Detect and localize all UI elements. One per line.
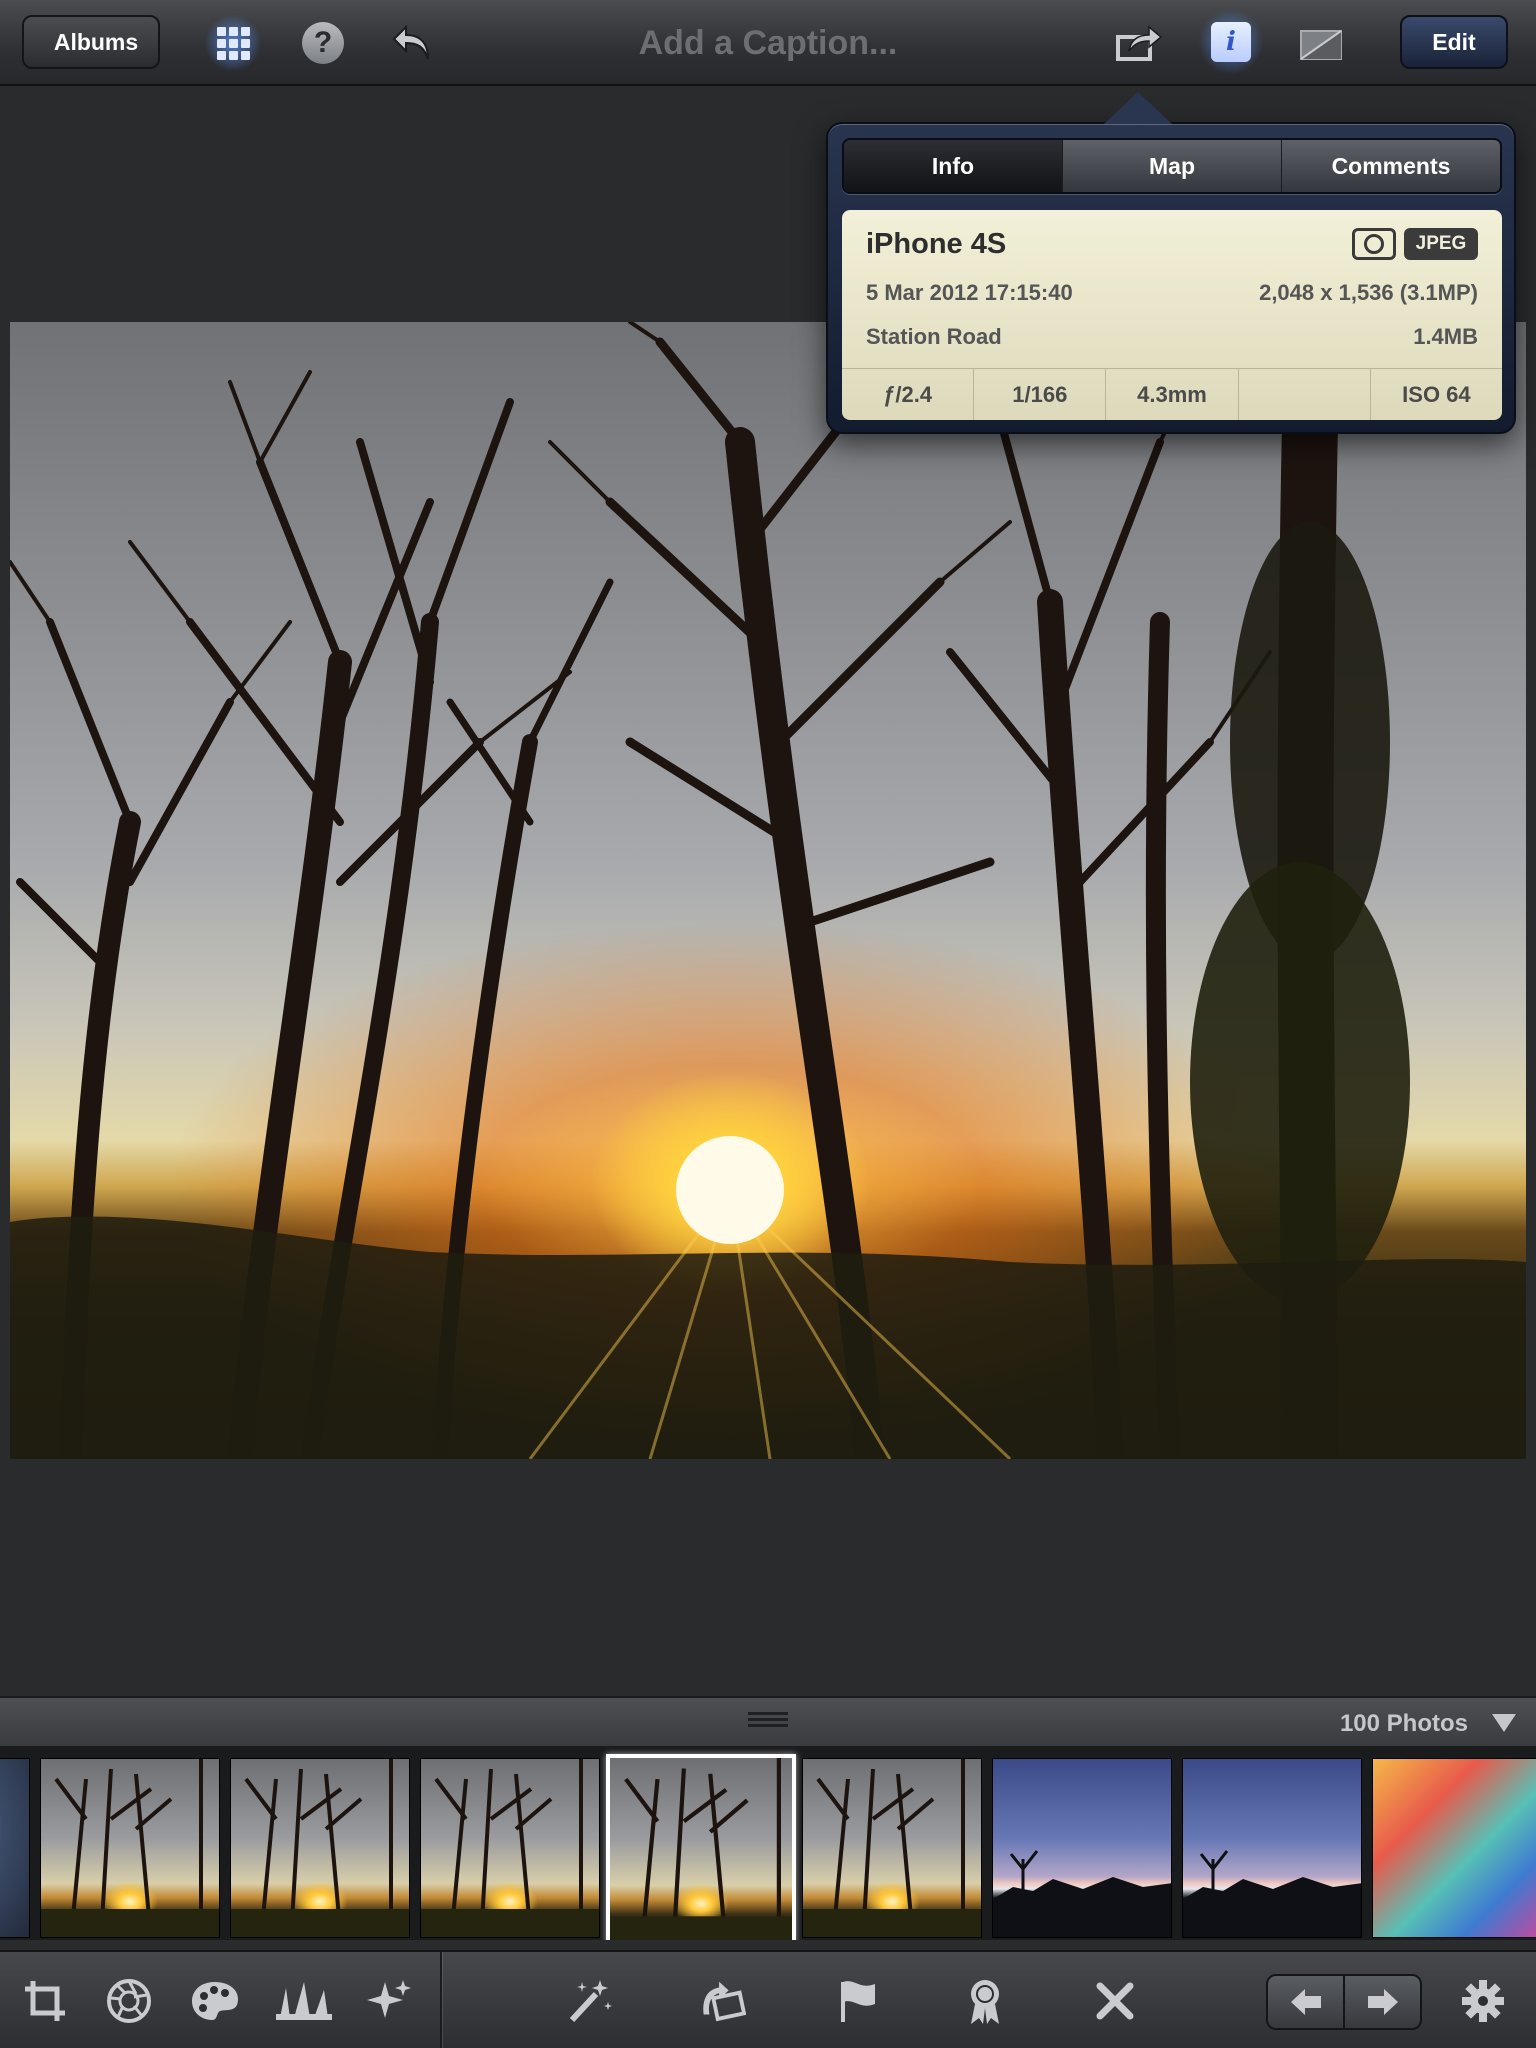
caption-field[interactable]: Add a Caption... — [580, 18, 956, 68]
tab-comments[interactable]: Comments — [1281, 140, 1500, 192]
prev-next-buttons — [1266, 1974, 1422, 2030]
auto-enhance-wand-icon[interactable] — [564, 1976, 614, 2026]
info-tabs: Info Map Comments — [842, 138, 1502, 194]
thumbnail[interactable] — [420, 1758, 600, 1938]
exif-iso: ISO 64 — [1369, 369, 1502, 420]
reject-x-icon[interactable] — [1090, 1976, 1140, 2026]
photo-info-card: iPhone 4S JPEG 5 Mar 2012 17:15:40 2,048… — [842, 210, 1502, 420]
compare-icon[interactable] — [1296, 18, 1346, 68]
photo-location: Station Road — [866, 324, 1002, 349]
effects-sparkle-icon[interactable] — [364, 1976, 414, 2026]
flag-icon[interactable] — [832, 1976, 882, 2026]
exif-focal-length: 4.3mm — [1105, 369, 1237, 420]
camera-model: iPhone 4S — [866, 228, 1007, 260]
undo-icon[interactable] — [388, 18, 438, 68]
edit-button-label: Edit — [1432, 28, 1476, 55]
top-toolbar: Albums ? Add a Caption... i Edit — [0, 0, 1536, 86]
exif-empty-cell — [1237, 369, 1370, 420]
camera-icon — [1352, 228, 1396, 260]
tab-map-label: Map — [1149, 152, 1195, 179]
filter-dropdown-icon[interactable] — [1492, 1714, 1516, 1732]
next-arrow-icon[interactable] — [1343, 1976, 1420, 2028]
tab-comments-label: Comments — [1331, 152, 1451, 179]
exif-shutter-speed: 1/166 — [973, 369, 1105, 420]
info-icon[interactable]: i — [1199, 10, 1263, 74]
image-dimensions: 2,048 x 1,536 (3.1MP) — [1259, 280, 1478, 305]
main-photo[interactable] — [10, 322, 1526, 1459]
crop-icon[interactable] — [20, 1976, 70, 2026]
albums-button-label: Albums — [53, 28, 139, 55]
award-icon[interactable] — [960, 1976, 1010, 2026]
rotate-icon[interactable] — [696, 1976, 746, 2026]
filmstrip[interactable] — [0, 1746, 1536, 1940]
tree-silhouettes — [10, 322, 1526, 1459]
tab-info-label: Info — [931, 152, 975, 179]
thumbnail[interactable] — [230, 1758, 410, 1938]
format-badge: JPEG — [1404, 228, 1478, 260]
palette-icon[interactable] — [190, 1976, 240, 2026]
exif-row: ƒ/2.4 1/166 4.3mm ISO 64 — [842, 368, 1502, 420]
help-icon[interactable]: ? — [298, 18, 348, 68]
info-popover: Info Map Comments iPhone 4S JPEG 5 Mar 2… — [826, 92, 1516, 434]
previous-arrow-icon[interactable] — [1268, 1976, 1343, 2028]
toolbar-divider — [440, 1952, 442, 2048]
brushes-icon[interactable] — [272, 1976, 336, 2026]
bottom-toolbar — [0, 1950, 1536, 2048]
capture-datetime: 5 Mar 2012 17:15:40 — [866, 280, 1073, 305]
tab-map[interactable]: Map — [1062, 140, 1281, 192]
edit-button[interactable]: Edit — [1400, 15, 1508, 69]
thumbnail[interactable] — [40, 1758, 220, 1938]
thumbnail[interactable] — [1182, 1758, 1362, 1938]
share-icon[interactable] — [1114, 18, 1164, 68]
file-size: 1.4MB — [1413, 324, 1478, 349]
thumbnail[interactable] — [992, 1758, 1172, 1938]
settings-gear-icon[interactable] — [1458, 1976, 1508, 2026]
albums-back-button[interactable]: Albums — [22, 15, 160, 69]
photo-count: 100 Photos — [1339, 1710, 1468, 1737]
filmstrip-header: 100 Photos — [0, 1696, 1536, 1746]
thumbnail[interactable] — [802, 1758, 982, 1938]
popover-arrow — [1104, 92, 1172, 124]
thumbnail[interactable] — [0, 1758, 30, 1938]
aperture-icon[interactable] — [104, 1976, 154, 2026]
thumbnail-selected[interactable] — [606, 1754, 796, 1940]
info-row-datetime: 5 Mar 2012 17:15:40 2,048 x 1,536 (3.1MP… — [842, 270, 1502, 314]
exif-aperture: ƒ/2.4 — [883, 381, 933, 407]
thumbnail[interactable] — [1372, 1758, 1536, 1938]
tab-info[interactable]: Info — [844, 140, 1062, 192]
grid-icon[interactable] — [205, 15, 261, 71]
drag-handle-icon[interactable] — [748, 1712, 788, 1730]
info-row-location: Station Road 1.4MB — [842, 314, 1502, 358]
